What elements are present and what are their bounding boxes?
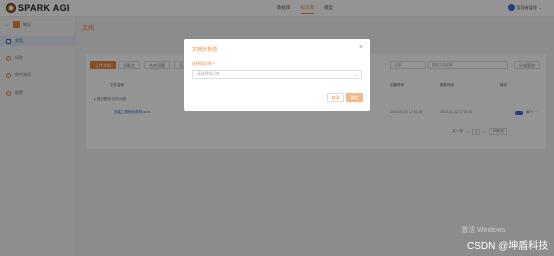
cancel-button[interactable]: 取消 [327,93,344,102]
modal-dialog: 文档分析前 × 选择知识库* 请选择知识库 ⌄ 取消 确定 [184,39,370,111]
chevron-down-icon: ⌄ [354,72,358,77]
field-label: 选择知识库* [192,61,215,67]
select-placeholder: 请选择知识库 [197,72,220,76]
close-icon[interactable]: × [359,44,363,51]
modal-title: 文档分析前 [192,47,218,53]
csdn-watermark: CSDN @坤盾科技 [467,241,549,252]
knowledge-base-select[interactable]: 请选择知识库 ⌄ [192,70,362,79]
required-mark: * [213,61,215,66]
confirm-button[interactable]: 确定 [346,93,363,102]
windows-activation-watermark: 激活 Windows [461,227,506,234]
field-label-text: 选择知识库 [192,61,212,66]
